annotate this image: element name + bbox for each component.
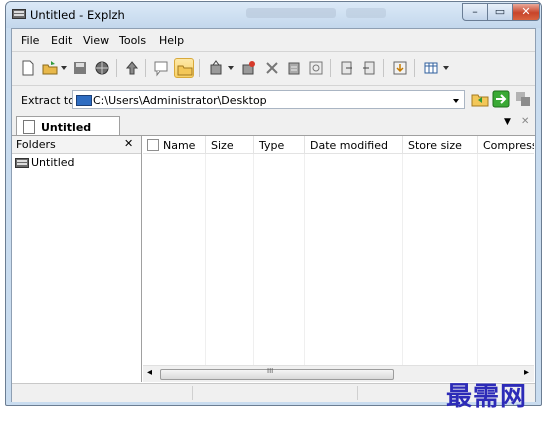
column-divider	[304, 154, 305, 365]
menu-view[interactable]: View	[83, 34, 109, 47]
new-archive-icon[interactable]	[18, 58, 38, 78]
file-list: Name Size Type Date modified Store size	[143, 136, 534, 382]
menu-help[interactable]: Help	[159, 34, 184, 47]
open-folder-icon[interactable]	[40, 58, 60, 78]
status-cell	[192, 386, 358, 400]
tab-untitled[interactable]: Untitled	[16, 116, 120, 136]
view-mode-dropdown-arrow[interactable]	[443, 66, 449, 70]
watermark-text: 最需网	[446, 382, 528, 412]
toolbar	[12, 53, 535, 83]
column-size[interactable]: Size	[206, 136, 254, 153]
comment-icon[interactable]	[151, 58, 171, 78]
maximize-button[interactable]: ▭	[487, 3, 513, 21]
globe-icon[interactable]	[92, 58, 112, 78]
scroll-grip-icon: III	[267, 367, 274, 375]
extract-path-value: C:\Users\Administrator\Desktop	[93, 94, 267, 107]
title-bar[interactable]: Untitled - Explzh – ▭ ✕	[6, 2, 541, 28]
column-compress-ratio[interactable]: Compress r	[478, 136, 534, 153]
toolbar-separator	[414, 59, 415, 77]
folder-icon	[177, 65, 193, 76]
menu-bar: File Edit View Tools Help	[12, 29, 535, 50]
window-tile-icon[interactable]	[515, 91, 531, 107]
scrollbar-thumb[interactable]: III	[160, 367, 394, 380]
client-area: File Edit View Tools Help Extract to C:\…	[11, 28, 536, 402]
up-folder-icon[interactable]	[122, 58, 142, 78]
column-divider	[402, 154, 403, 365]
extract-to-label: Extract to	[21, 94, 75, 107]
status-cell	[12, 386, 193, 400]
extract-path-combobox[interactable]: C:\Users\Administrator\Desktop	[72, 90, 465, 109]
toolbar-separator	[330, 59, 331, 77]
extract-bar: Extract to C:\Users\Administrator\Deskto…	[12, 88, 535, 112]
archive-icon	[15, 158, 29, 168]
column-divider	[477, 154, 478, 365]
window-title: Untitled - Explzh	[30, 8, 125, 22]
document-icon	[23, 120, 35, 134]
properties-icon[interactable]	[306, 58, 326, 78]
test-archive-icon[interactable]	[284, 58, 304, 78]
toolbar-separator-line	[12, 85, 535, 86]
column-divider	[205, 154, 206, 365]
menu-edit[interactable]: Edit	[51, 34, 72, 47]
column-store-size[interactable]: Store size	[403, 136, 478, 153]
download-icon[interactable]	[390, 58, 410, 78]
folder-view-button[interactable]	[174, 58, 194, 78]
menu-separator	[12, 51, 535, 52]
path-dropdown-button[interactable]	[451, 91, 463, 110]
column-date-modified[interactable]: Date modified	[305, 136, 403, 153]
extract-icon[interactable]	[238, 58, 258, 78]
folders-close-icon[interactable]: ✕	[124, 137, 133, 150]
browse-folder-icon[interactable]	[471, 90, 489, 108]
open-dropdown-arrow[interactable]	[61, 66, 67, 70]
column-header-row: Name Size Type Date modified Store size	[143, 136, 534, 154]
compress-dropdown-arrow[interactable]	[228, 66, 234, 70]
copy-to-icon[interactable]	[337, 58, 357, 78]
scroll-left-arrow[interactable]: ◂	[147, 367, 152, 378]
column-type[interactable]: Type	[254, 136, 305, 153]
folders-pane: Folders ✕ Untitled	[12, 136, 142, 382]
toolbar-separator	[145, 59, 146, 77]
tab-strip: Untitled ▼ ✕	[12, 115, 535, 136]
select-all-checkbox[interactable]	[147, 139, 159, 151]
folders-header: Folders ✕	[12, 136, 141, 154]
toolbar-separator	[199, 59, 200, 77]
move-to-icon[interactable]	[359, 58, 379, 78]
minimize-button[interactable]: –	[462, 3, 488, 21]
compress-icon[interactable]	[206, 58, 226, 78]
tab-label: Untitled	[41, 121, 92, 134]
go-extract-icon[interactable]	[492, 90, 510, 108]
tab-list-arrow[interactable]: ▼	[504, 117, 511, 127]
column-name[interactable]: Name	[143, 136, 206, 153]
pane-area: Folders ✕ Untitled Name Size Type Date m…	[12, 135, 535, 383]
delete-icon[interactable]	[262, 58, 282, 78]
blurred-background	[346, 8, 386, 18]
toolbar-separator	[116, 59, 117, 77]
menu-file[interactable]: File	[21, 34, 39, 47]
save-icon[interactable]	[70, 58, 90, 78]
folders-title: Folders	[16, 138, 56, 151]
toolbar-separator	[383, 59, 384, 77]
archive-app-icon	[12, 9, 26, 19]
close-button[interactable]: ✕	[512, 3, 540, 21]
blurred-background	[246, 8, 336, 18]
column-divider	[253, 154, 254, 365]
folder-tree-label: Untitled	[31, 156, 75, 169]
menu-tools[interactable]: Tools	[119, 34, 146, 47]
app-window: Untitled - Explzh – ▭ ✕ File Edit View T…	[5, 1, 542, 406]
view-mode-icon[interactable]	[421, 58, 441, 78]
folder-tree-item[interactable]: Untitled	[14, 156, 134, 171]
tab-close-icon[interactable]: ✕	[521, 116, 529, 127]
chevron-down-icon	[453, 99, 459, 103]
desktop-icon	[76, 95, 92, 106]
